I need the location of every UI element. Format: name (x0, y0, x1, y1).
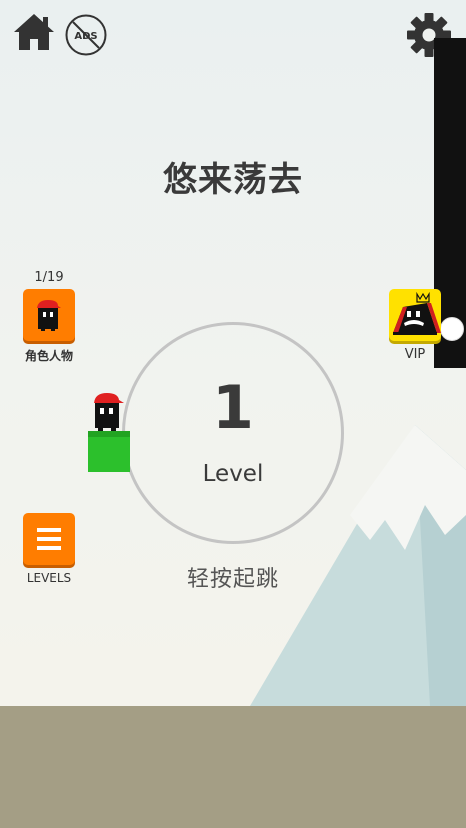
vip-label: VIP (404, 347, 426, 362)
home-button[interactable] (12, 12, 56, 52)
ads-label: ADS (74, 31, 97, 42)
side-panel-handle[interactable] (440, 317, 464, 341)
crowned-character-icon (393, 291, 441, 335)
level-word: Level (202, 461, 264, 487)
ground (0, 706, 466, 828)
home-icon (14, 14, 54, 50)
game-title: 悠来荡去 (163, 160, 303, 200)
vip-button[interactable] (389, 289, 441, 341)
level-number: 1 (212, 373, 254, 443)
game-scene[interactable]: ADS 悠来荡去 1/19 角色人物 LEVELS VIP 1 Level 轻按… (0, 0, 466, 828)
player-character (88, 392, 128, 432)
player-sprite (94, 393, 124, 431)
remove-ads-button[interactable]: ADS (64, 13, 108, 57)
levels-button[interactable] (23, 513, 75, 565)
menu-list-icon (37, 528, 61, 550)
character-icon (37, 300, 61, 331)
tap-to-jump-hint: 轻按起跳 (186, 567, 279, 592)
no-ads-icon: ADS (65, 14, 107, 56)
character-button[interactable] (23, 289, 75, 341)
green-block-platform (88, 431, 130, 472)
character-label: 角色人物 (24, 349, 73, 363)
character-count: 1/19 (34, 270, 64, 285)
